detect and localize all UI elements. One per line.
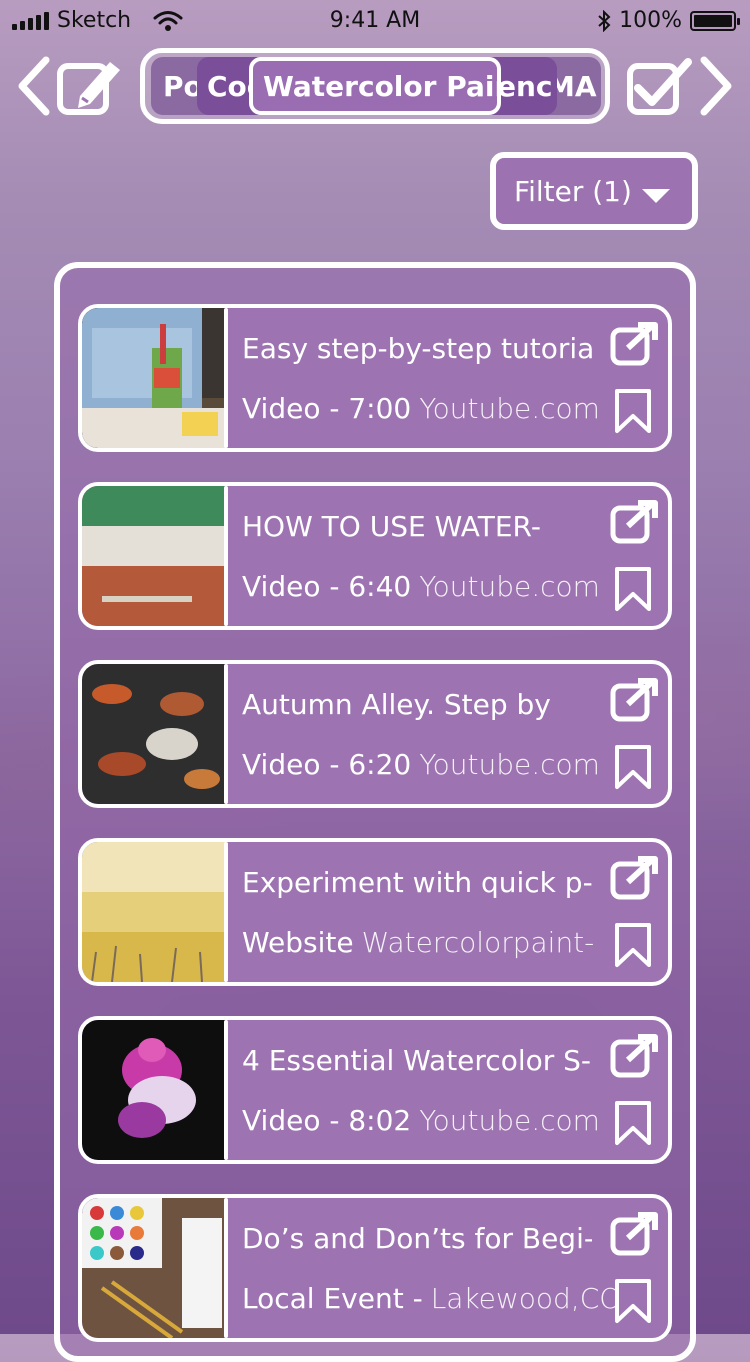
result-meta: Local Event - Lakewood,CO <box>242 1282 642 1315</box>
result-source: Youtube.com <box>419 1104 600 1137</box>
topic-tab-active[interactable]: Watercolor Paint- <box>249 57 501 115</box>
result-card[interactable]: HOW TO USE WATER- Video - 6:40 Youtube.co… <box>78 482 672 630</box>
external-link-icon[interactable] <box>610 678 658 722</box>
status-right: 100% <box>597 8 740 33</box>
result-source: Youtube.com <box>419 570 600 603</box>
bookmark-icon[interactable] <box>614 1100 652 1146</box>
result-type: Video - 6:20 <box>242 748 412 781</box>
result-meta: Website Watercolorpaint- <box>242 926 642 959</box>
filter-label: Filter (1) <box>514 174 632 208</box>
result-type: Video - 6:40 <box>242 570 412 603</box>
edit-icon[interactable] <box>56 56 124 118</box>
bookmark-icon[interactable] <box>614 566 652 612</box>
thumbnail-divider <box>224 486 228 626</box>
thumbnail-divider <box>224 664 228 804</box>
bookmark-icon[interactable] <box>614 1278 652 1324</box>
result-meta: Video - 6:40 Youtube.com <box>242 570 642 603</box>
thumbnail-image <box>82 842 226 982</box>
result-type: Local Event - <box>242 1282 423 1315</box>
thumbnail-image <box>82 1198 226 1338</box>
result-source: Lakewood,CO <box>430 1282 622 1315</box>
result-title: Experiment with quick p- <box>242 866 592 899</box>
result-source: Youtube.com <box>419 392 600 425</box>
result-title: HOW TO USE WATER- <box>242 510 541 543</box>
status-bar: Sketch 9:41 AM 100% <box>0 0 750 40</box>
thumbnail-image <box>82 486 226 626</box>
topic-tab-strip: Po Coo MA enc Watercolor Paint- <box>140 48 610 124</box>
thumbnail-image <box>82 308 226 448</box>
result-card[interactable]: 4 Essential Watercolor S- Video - 8:02 Yo… <box>78 1016 672 1164</box>
thumbnail-image <box>82 664 226 804</box>
external-link-icon[interactable] <box>610 1034 658 1078</box>
battery-percent: 100% <box>619 8 682 33</box>
result-title: Easy step-by-step tutorial- <box>242 332 592 365</box>
result-card[interactable]: Autumn Alley. Step by Video - 6:20 Youtub… <box>78 660 672 808</box>
external-link-icon[interactable] <box>610 500 658 544</box>
result-source: Youtube.com <box>419 748 600 781</box>
bookmark-icon[interactable] <box>614 922 652 968</box>
bookmark-icon[interactable] <box>614 744 652 790</box>
thumbnail-divider <box>224 308 228 448</box>
chevron-right-icon[interactable] <box>698 56 734 116</box>
thumbnail-divider <box>224 1198 228 1338</box>
result-meta: Video - 6:20 Youtube.com <box>242 748 642 781</box>
result-title: 4 Essential Watercolor S- <box>242 1044 592 1077</box>
external-link-icon[interactable] <box>610 322 658 366</box>
external-link-icon[interactable] <box>610 1212 658 1256</box>
checkbox-icon[interactable] <box>626 56 694 118</box>
result-meta: Video - 8:02 Youtube.com <box>242 1104 642 1137</box>
result-source: Watercolorpaint- <box>361 926 595 959</box>
battery-icon <box>690 10 740 31</box>
thumbnail-divider <box>224 842 228 982</box>
result-card[interactable]: Experiment with quick p- Website Watercol… <box>78 838 672 986</box>
external-link-icon[interactable] <box>610 856 658 900</box>
caret-down-icon <box>642 189 670 203</box>
result-title: Do’s and Don’ts for Begi- <box>242 1222 592 1255</box>
chevron-left-icon[interactable] <box>16 56 52 116</box>
result-meta: Video - 7:00 Youtube.com <box>242 392 642 425</box>
result-card[interactable]: Easy step-by-step tutorial- Video - 7:00… <box>78 304 672 452</box>
thumbnail-divider <box>224 1020 228 1160</box>
result-type: Video - 8:02 <box>242 1104 412 1137</box>
result-type: Website <box>242 926 354 959</box>
filter-button[interactable]: Filter (1) <box>490 152 698 230</box>
result-type: Video - 7:00 <box>242 392 412 425</box>
bookmark-icon[interactable] <box>614 388 652 434</box>
result-card[interactable]: Do’s and Don’ts for Begi- Local Event -L… <box>78 1194 672 1342</box>
bluetooth-icon <box>598 9 611 32</box>
thumbnail-image <box>82 1020 226 1160</box>
result-title: Autumn Alley. Step by <box>242 688 551 721</box>
